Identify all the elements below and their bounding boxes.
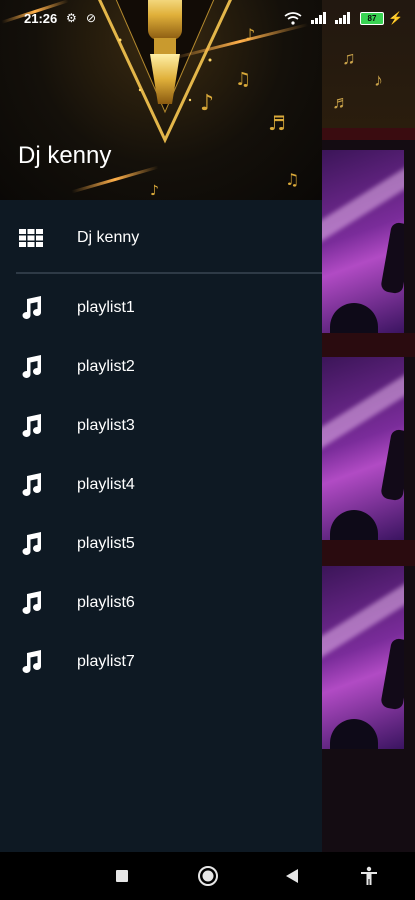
drawer-item-playlist3[interactable]: playlist3 (0, 396, 322, 455)
background-gap (322, 540, 415, 566)
drawer-item-label: playlist7 (77, 652, 135, 670)
drawer-divider (16, 272, 322, 274)
status-bar: 21:26 ⚙ ⊘ 87 ⚡ (0, 0, 415, 36)
system-navigation-bar (0, 852, 415, 900)
music-note-icon (22, 472, 41, 496)
do-not-disturb-icon: ⊘ (86, 11, 97, 25)
charging-bolt-icon: ⚡ (388, 11, 403, 25)
music-note-icon (22, 295, 41, 319)
music-note-decoration-icon: ♪ (374, 70, 383, 90)
settings-gear-icon: ⚙ (66, 11, 77, 25)
background-gap (322, 333, 415, 357)
drawer-item-label: playlist1 (77, 298, 135, 316)
drawer-item-label: playlist6 (77, 593, 135, 611)
signal-strength-icon (335, 12, 350, 24)
square-icon (116, 870, 128, 882)
grid-icon (19, 228, 43, 247)
drawer-item-playlist2[interactable]: playlist2 (0, 337, 322, 396)
wifi-icon (284, 12, 302, 25)
back-button[interactable] (270, 852, 314, 900)
music-note-icon (22, 354, 41, 378)
music-note-decoration-icon: ♫ (342, 48, 356, 68)
drawer-item-playlist7[interactable]: playlist7 (0, 632, 322, 691)
drawer-item-label: Dj kenny (77, 228, 140, 246)
drawer-item-label: playlist4 (77, 475, 135, 493)
drawer-item-playlist4[interactable]: playlist4 (0, 455, 322, 514)
navigation-drawer: ♪ ♫ ♬ ♪ ♫ ♪ Dj kenny Dj kenny playlist1 … (0, 0, 322, 852)
drawer-header-title: Dj kenny (18, 142, 112, 169)
drawer-item-label: playlist2 (77, 357, 135, 375)
home-button[interactable] (186, 852, 230, 900)
home-circle-icon (198, 866, 218, 886)
svg-text:♪: ♪ (200, 91, 214, 116)
background-playlist-thumbnail[interactable] (322, 566, 404, 749)
drawer-item-playlist6[interactable]: playlist6 (0, 573, 322, 632)
signal-strength-icon (311, 12, 326, 24)
background-playlist-thumbnail[interactable] (322, 357, 404, 540)
music-note-icon (22, 413, 41, 437)
music-note-decoration-icon: ♬ (332, 92, 350, 112)
music-note-icon (22, 590, 41, 614)
music-note-icon (22, 531, 41, 555)
accessibility-button[interactable] (347, 852, 391, 900)
drawer-item-home[interactable]: Dj kenny (0, 208, 322, 267)
music-note-icon (22, 649, 41, 673)
accessibility-icon (361, 866, 377, 885)
svg-text:♪: ♪ (150, 183, 159, 199)
drawer-item-label: playlist3 (77, 416, 135, 434)
battery-icon: 87 (360, 12, 384, 25)
status-time: 21:26 (24, 11, 58, 26)
svg-text:♫: ♫ (285, 170, 299, 189)
background-divider-strip (322, 128, 415, 140)
back-triangle-icon (286, 869, 298, 883)
drawer-item-label: playlist5 (77, 534, 135, 552)
svg-text:♫: ♫ (235, 69, 251, 90)
recents-button[interactable] (100, 852, 144, 900)
drawer-item-playlist1[interactable]: playlist1 (0, 278, 322, 337)
drawer-item-playlist5[interactable]: playlist5 (0, 514, 322, 573)
background-playlist-thumbnail[interactable] (322, 150, 404, 333)
svg-text:♬: ♬ (268, 111, 286, 135)
